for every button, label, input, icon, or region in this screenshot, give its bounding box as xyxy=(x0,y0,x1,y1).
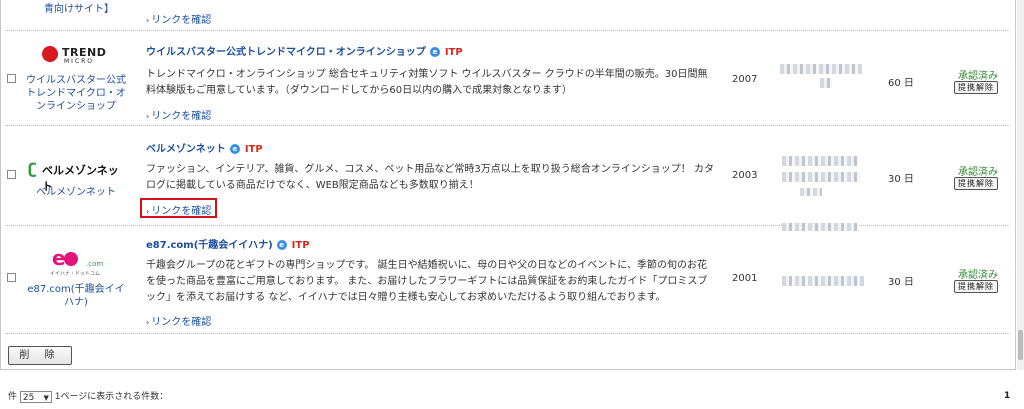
row-divider xyxy=(6,30,1010,31)
browser-icon: e xyxy=(229,144,240,154)
blurred-value xyxy=(780,64,862,74)
blurred-value xyxy=(782,156,858,166)
arrow-right-icon: › xyxy=(146,16,150,25)
arrow-right-icon: › xyxy=(146,318,150,327)
unlink-button-bellemaison[interactable]: 提携解除 xyxy=(954,177,998,190)
bellemaison-logo: ʗ ベルメゾンネット xyxy=(28,160,128,193)
row-status-trend: 承認済み xyxy=(958,71,998,82)
e87-logo-domain: .com xyxy=(86,260,104,268)
row-checkbox-e87[interactable] xyxy=(7,273,16,282)
trend-logo-icon xyxy=(42,46,58,62)
per-page-select[interactable]: 25 ▼ xyxy=(19,390,52,403)
trend-micro-logo: TREND MICRO xyxy=(42,44,120,66)
row-divider xyxy=(6,225,1010,226)
row-checkbox-bellemaison[interactable] xyxy=(7,170,16,179)
row-days-trend: 60 日 xyxy=(888,78,914,89)
row-description-bellemaison: ファッション、インテリア、雑貨、グルメ、コスメ、ペット用品など常時3万点以上を取… xyxy=(146,164,714,191)
prev-row-logo-name: 青向けサイト】 xyxy=(44,4,114,15)
row-year-bellemaison: 2003 xyxy=(732,170,758,181)
unlink-button-e87[interactable]: 提携解除 xyxy=(954,280,998,293)
row-checkbox-trend[interactable] xyxy=(7,74,16,83)
row-status-bellemaison: 承認済み xyxy=(958,167,998,178)
e87-logo-sub: イイハナ・ドットコム xyxy=(50,271,100,277)
arrow-right-icon: › xyxy=(146,112,150,121)
row-title-trend[interactable]: ウイルスバスター公式トレンドマイクロ・オンラインショップ e ITP xyxy=(146,43,463,58)
browser-icon: e xyxy=(276,240,287,250)
blurred-value xyxy=(820,78,832,88)
row-year-e87: 2001 xyxy=(732,273,758,284)
row-description-e87: 千趣会グループの花とギフトの専門ショップです。 誕生日や結婚祝いに、母の日や父の… xyxy=(146,260,708,303)
scrollbar-thumb[interactable] xyxy=(1018,330,1023,360)
row-title-e87[interactable]: e87.com(千趣会イイハナ) e ITP xyxy=(146,236,310,251)
blurred-value xyxy=(782,276,864,286)
scrollbar-track[interactable] xyxy=(1017,0,1024,370)
row-logo-name-trend[interactable]: ウイルスバスター公式トレンドマイクロ・オンラインショップ xyxy=(26,74,126,113)
row-divider xyxy=(6,125,1010,126)
prev-row-link-confirm[interactable]: › リンクを確認 xyxy=(146,11,211,26)
blurred-value xyxy=(800,188,822,196)
row-year-trend: 2007 xyxy=(732,74,758,85)
flower-icon xyxy=(64,252,78,266)
blurred-value xyxy=(782,223,858,231)
page-number[interactable]: 1 xyxy=(1004,391,1010,401)
delete-button[interactable]: 削 除 xyxy=(8,346,72,365)
itp-badge: ITP xyxy=(244,144,263,155)
row-title-bellemaison[interactable]: ベルメゾンネット e ITP xyxy=(146,140,263,155)
row-days-bellemaison: 30 日 xyxy=(888,174,914,185)
blurred-value xyxy=(782,172,860,182)
count-prefix: 件 xyxy=(8,392,18,402)
itp-badge: ITP xyxy=(291,240,310,251)
pagination-footer: 件 25 ▼ 1ページに表示される件数： xyxy=(8,389,168,403)
row-logo-name-e87[interactable]: e87.com(千趣会イイハナ) xyxy=(26,283,126,309)
row-status-e87: 承認済み xyxy=(958,270,998,281)
row-days-e87: 30 日 xyxy=(888,277,914,288)
trend-logo-subtext: MICRO xyxy=(64,58,95,65)
highlight-box xyxy=(140,198,217,218)
row-link-confirm-e87[interactable]: › リンクを確認 xyxy=(146,313,211,328)
per-page-label: 1ページに表示される件数： xyxy=(54,392,169,402)
unlink-button-trend[interactable]: 提携解除 xyxy=(954,81,998,94)
row-divider xyxy=(6,333,1010,334)
row-logo-name-bellemaison[interactable]: ベルメゾンネット xyxy=(26,186,126,199)
e87-logo: e .com イイハナ・ドットコム xyxy=(50,248,110,278)
row-link-confirm-trend[interactable]: › リンクを確認 xyxy=(146,107,211,122)
itp-badge: ITP xyxy=(444,47,463,58)
chevron-down-icon: ▼ xyxy=(43,393,49,402)
browser-icon: e xyxy=(429,47,440,57)
row-description-trend: トレンドマイクロ・オンラインショップ 総合セキュリティ対策ソフト ウイルスバスタ… xyxy=(146,69,708,96)
bellemaison-logo-icon: ʗ xyxy=(28,160,37,178)
